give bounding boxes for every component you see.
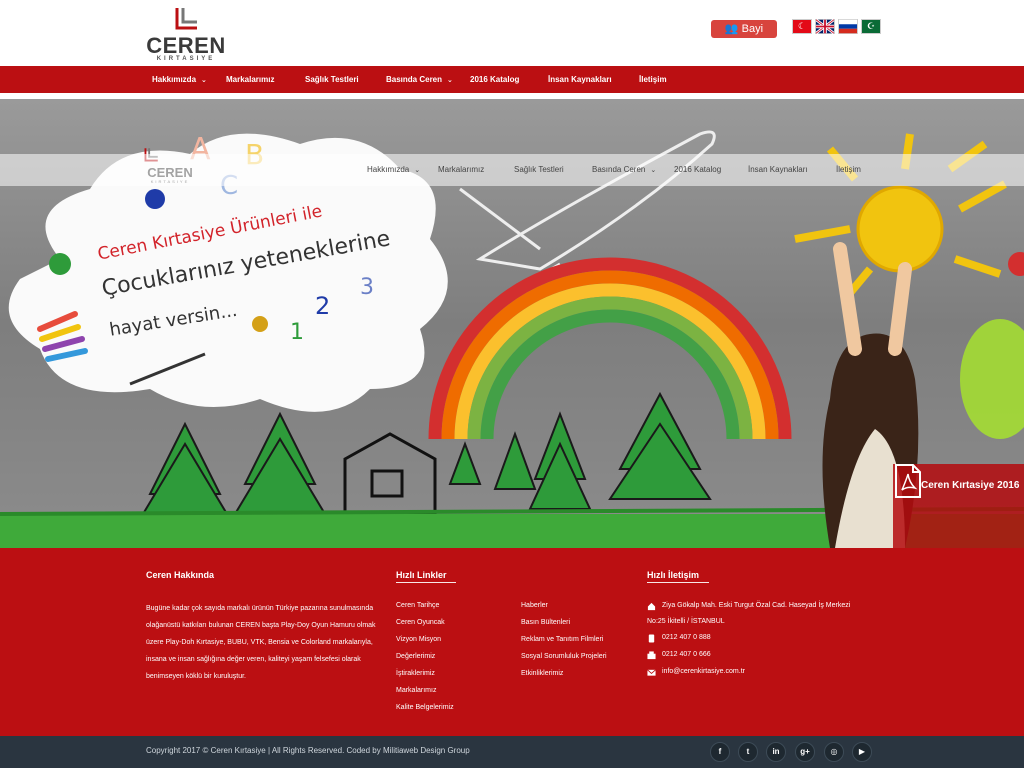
twitter-icon[interactable]: t: [738, 742, 758, 762]
footer-link-degerlerimiz[interactable]: Değerlerimiz: [396, 653, 435, 660]
footer-link-markalarimiz[interactable]: Markalarımız: [396, 687, 436, 694]
catalog-download-button[interactable]: Ceren Kırtasiye 2016: [893, 464, 1024, 548]
youtube-icon[interactable]: ▶: [852, 742, 872, 762]
copyright-text: Copyright 2017 © Ceren Kırtasiye | All R…: [146, 746, 470, 755]
chevron-down-icon: ⌄: [650, 167, 657, 174]
footer-about-text: Bugüne kadar çok sayıda markalı ürünün T…: [146, 605, 376, 680]
nav-item-saglik-testleri[interactable]: Sağlık Testleri: [305, 66, 359, 93]
footer: Ceren Hakkında Bugüne kadar çok sayıda m…: [0, 548, 1024, 736]
instagram-icon[interactable]: ◎: [824, 742, 844, 762]
overlay-nav-saglik-testleri[interactable]: Sağlık Testleri: [514, 154, 564, 186]
nav-item-2016-katalog[interactable]: 2016 Katalog: [470, 66, 519, 93]
users-icon: 👥: [724, 23, 739, 35]
footer-link-ceren-tarihce[interactable]: Ceren Tarihçe: [396, 602, 439, 609]
footer-about-title: Ceren Hakkında: [146, 570, 215, 580]
svg-text:2: 2: [315, 292, 330, 320]
contact-address-line1: Ziya Gökalp Mah. Eski Turgut Özal Cad. H…: [662, 602, 851, 609]
site-logo[interactable]: CEREN KIRTASIYE: [145, 6, 227, 62]
footer-link-istiraklerimiz[interactable]: İştiraklerimiz: [396, 670, 435, 677]
overlay-nav-iletisim[interactable]: İletişim: [836, 154, 861, 186]
footer-link-basin-bultenleri[interactable]: Basın Bültenleri: [521, 619, 570, 626]
logo-mark-icon: [175, 8, 197, 30]
overlay-nav-insan-kaynaklari[interactable]: İnsan Kaynakları: [748, 154, 808, 186]
chevron-down-icon: ⌄: [447, 77, 453, 84]
chevron-down-icon: ⌄: [201, 77, 207, 84]
phone-icon: [648, 634, 655, 643]
footer-links-title: Hızlı Linkler: [396, 570, 447, 580]
main-nav: Hakkımızda ⌄ Markalarımız Sağlık Testleri…: [0, 66, 1024, 93]
svg-text:3: 3: [360, 275, 374, 300]
overlay-nav-basinda-ceren[interactable]: Basında Ceren ⌄: [592, 154, 656, 186]
hero-slider[interactable]: A B C 1 2 3 CEREN: [0, 99, 1024, 548]
footer-link-etkinliklerimiz[interactable]: Etkinliklerimiz: [521, 670, 563, 677]
footer-contact-underline: [647, 582, 709, 583]
overlay-nav-2016-katalog[interactable]: 2016 Katalog: [674, 154, 721, 186]
chevron-down-icon: ⌄: [414, 167, 421, 174]
language-switcher: ☾ ☪: [792, 19, 881, 37]
google-plus-icon[interactable]: g+: [795, 742, 815, 762]
bottom-bar: Copyright 2017 © Ceren Kırtasiye | All R…: [0, 736, 1024, 768]
en-flag-icon[interactable]: [815, 19, 835, 34]
nav-item-hakkimizda[interactable]: Hakkımızda ⌄: [152, 66, 207, 93]
footer-links-underline: [396, 582, 456, 583]
pdf-icon: [895, 464, 921, 498]
contact-email[interactable]: info@cerenkirtasiye.com.tr: [662, 668, 745, 675]
logo-tagline: KIRTASIYE: [156, 56, 216, 62]
footer-link-ceren-oyuncak[interactable]: Ceren Oyuncak: [396, 619, 445, 626]
home-icon: [647, 602, 656, 611]
contact-address-line2: No:25 İkitelli / İSTANBUL: [647, 618, 725, 625]
dealer-login-button[interactable]: 👥 Bayi Girişi: [711, 20, 777, 53]
contact-phone[interactable]: 0212 407 0 888: [662, 634, 711, 641]
page: CEREN KIRTASIYE 👥 Bayi Girişi ☾ ☪ Hakkım…: [0, 0, 1024, 768]
linkedin-icon[interactable]: in: [766, 742, 786, 762]
overlay-nav-markalarimiz[interactable]: Markalarımız: [438, 154, 484, 186]
footer-link-sosyal-sorumluluk[interactable]: Sosyal Sorumluluk Projeleri: [521, 653, 607, 660]
nav-item-iletisim[interactable]: İletişim: [639, 66, 667, 93]
svg-text:1: 1: [290, 320, 304, 345]
header: CEREN KIRTASIYE 👥 Bayi Girişi ☾ ☪: [0, 0, 1024, 66]
ru-flag-icon[interactable]: [838, 19, 858, 34]
contact-fax: 0212 407 0 666: [662, 651, 711, 658]
nav-item-basinda-ceren[interactable]: Basında Ceren ⌄: [386, 66, 453, 93]
ar-flag-icon[interactable]: ☪: [861, 19, 881, 34]
tr-flag-icon[interactable]: ☾: [792, 19, 812, 34]
catalog-title: Ceren Kırtasiye 2016: [921, 480, 1020, 491]
nav-item-insan-kaynaklari[interactable]: İnsan Kaynakları: [548, 66, 612, 93]
overlay-nav: Hakkımızda ⌄ Markalarımız Sağlık Testleri…: [0, 154, 1024, 186]
footer-link-haberler[interactable]: Haberler: [521, 602, 548, 609]
footer-contact-title: Hızlı İletişim: [647, 570, 700, 580]
nav-item-markalarimiz[interactable]: Markalarımız: [226, 66, 274, 93]
footer-link-reklam-filmleri[interactable]: Reklam ve Tanıtım Filmleri: [521, 636, 603, 643]
footer-link-kalite-belgelerimiz[interactable]: Kalite Belgelerimiz: [396, 704, 454, 711]
envelope-icon: [647, 669, 656, 676]
facebook-icon[interactable]: f: [710, 742, 730, 762]
overlay-nav-hakkimizda[interactable]: Hakkımızda ⌄: [367, 154, 420, 186]
footer-link-vizyon-misyon[interactable]: Vizyon Misyon: [396, 636, 441, 643]
fax-icon: [647, 651, 656, 660]
